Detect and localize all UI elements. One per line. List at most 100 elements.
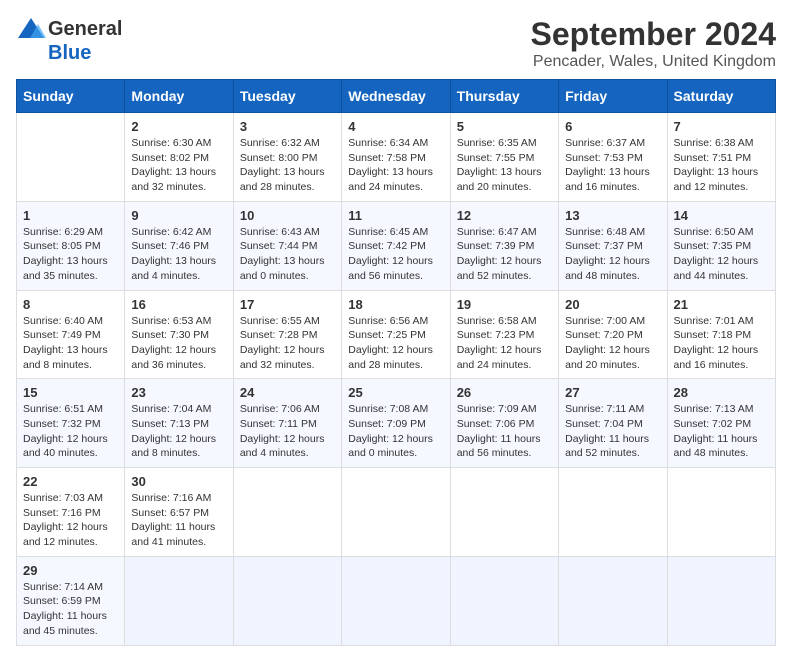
calendar-cell: 3Sunrise: 6:32 AMSunset: 8:00 PMDaylight… xyxy=(233,113,341,202)
day-info: Sunrise: 6:30 AMSunset: 8:02 PMDaylight:… xyxy=(131,136,226,195)
calendar-cell: 14 Sunrise: 6:50 AMSunset: 7:35 PMDayligh… xyxy=(667,201,775,290)
location-subtitle: Pencader, Wales, United Kingdom xyxy=(531,53,776,71)
day-info: Sunrise: 7:16 AMSunset: 6:57 PMDaylight:… xyxy=(131,491,226,550)
day-number: 8 xyxy=(23,297,118,312)
calendar-cell: 26Sunrise: 7:09 AMSunset: 7:06 PMDayligh… xyxy=(450,379,558,468)
day-number: 5 xyxy=(457,119,552,134)
calendar-cell: 1 Sunrise: 6:29 AMSunset: 8:05 PMDaylight… xyxy=(17,201,125,290)
calendar-cell: 30 Sunrise: 7:16 AMSunset: 6:57 PMDayligh… xyxy=(125,468,233,557)
day-number: 20 xyxy=(565,297,660,312)
calendar-cell: 7 Sunrise: 6:38 AMSunset: 7:51 PMDaylight… xyxy=(667,113,775,202)
day-number: 30 xyxy=(131,474,226,489)
day-info: Sunrise: 7:09 AMSunset: 7:06 PMDaylight:… xyxy=(457,402,552,461)
day-info: Sunrise: 6:51 AMSunset: 7:32 PMDaylight:… xyxy=(23,402,118,461)
day-number: 23 xyxy=(131,385,226,400)
day-info: Sunrise: 6:55 AMSunset: 7:28 PMDaylight:… xyxy=(240,314,335,373)
day-info: Sunrise: 7:13 AMSunset: 7:02 PMDaylight:… xyxy=(674,402,769,461)
column-header-thursday: Thursday xyxy=(450,80,558,113)
day-info: Sunrise: 6:29 AMSunset: 8:05 PMDaylight:… xyxy=(23,225,118,284)
column-header-sunday: Sunday xyxy=(17,80,125,113)
calendar-cell xyxy=(450,468,558,557)
column-header-tuesday: Tuesday xyxy=(233,80,341,113)
day-number: 22 xyxy=(23,474,118,489)
logo: General Blue xyxy=(16,16,122,65)
day-number: 17 xyxy=(240,297,335,312)
day-info: Sunrise: 6:35 AMSunset: 7:55 PMDaylight:… xyxy=(457,136,552,195)
day-number: 7 xyxy=(674,119,769,134)
day-number: 6 xyxy=(565,119,660,134)
calendar-cell xyxy=(559,556,667,645)
calendar-cell xyxy=(667,556,775,645)
day-number: 19 xyxy=(457,297,552,312)
day-info: Sunrise: 7:01 AMSunset: 7:18 PMDaylight:… xyxy=(674,314,769,373)
calendar-cell: 10 Sunrise: 6:43 AMSunset: 7:44 PMDayligh… xyxy=(233,201,341,290)
day-info: Sunrise: 7:08 AMSunset: 7:09 PMDaylight:… xyxy=(348,402,443,461)
day-number: 1 xyxy=(23,208,118,223)
page-header: General Blue September 2024 Pencader, Wa… xyxy=(16,16,776,71)
day-info: Sunrise: 6:48 AMSunset: 7:37 PMDaylight:… xyxy=(565,225,660,284)
calendar-cell: 29 Sunrise: 7:14 AMSunset: 6:59 PMDayligh… xyxy=(17,556,125,645)
calendar-cell: 16 Sunrise: 6:53 AMSunset: 7:30 PMDayligh… xyxy=(125,290,233,379)
day-number: 11 xyxy=(348,208,443,223)
day-number: 24 xyxy=(240,385,335,400)
calendar-cell xyxy=(667,468,775,557)
day-number: 29 xyxy=(23,563,118,578)
calendar-cell: 24Sunrise: 7:06 AMSunset: 7:11 PMDayligh… xyxy=(233,379,341,468)
day-info: Sunrise: 6:58 AMSunset: 7:23 PMDaylight:… xyxy=(457,314,552,373)
day-info: Sunrise: 6:53 AMSunset: 7:30 PMDaylight:… xyxy=(131,314,226,373)
day-number: 25 xyxy=(348,385,443,400)
calendar-cell: 2 Sunrise: 6:30 AMSunset: 8:02 PMDaylight… xyxy=(125,113,233,202)
day-number: 21 xyxy=(674,297,769,312)
calendar-cell xyxy=(125,556,233,645)
day-info: Sunrise: 6:38 AMSunset: 7:51 PMDaylight:… xyxy=(674,136,769,195)
day-number: 4 xyxy=(348,119,443,134)
day-number: 9 xyxy=(131,208,226,223)
day-number: 3 xyxy=(240,119,335,134)
day-info: Sunrise: 7:03 AMSunset: 7:16 PMDaylight:… xyxy=(23,491,118,550)
day-number: 28 xyxy=(674,385,769,400)
calendar-cell xyxy=(342,556,450,645)
day-number: 2 xyxy=(131,119,226,134)
calendar-cell: 9 Sunrise: 6:42 AMSunset: 7:46 PMDaylight… xyxy=(125,201,233,290)
day-number: 16 xyxy=(131,297,226,312)
day-info: Sunrise: 7:14 AMSunset: 6:59 PMDaylight:… xyxy=(23,580,118,639)
calendar-cell: 5 Sunrise: 6:35 AMSunset: 7:55 PMDaylight… xyxy=(450,113,558,202)
calendar-cell xyxy=(233,468,341,557)
calendar-cell: 23 Sunrise: 7:04 AMSunset: 7:13 PMDayligh… xyxy=(125,379,233,468)
day-info: Sunrise: 6:47 AMSunset: 7:39 PMDaylight:… xyxy=(457,225,552,284)
column-header-friday: Friday xyxy=(559,80,667,113)
calendar-cell xyxy=(559,468,667,557)
day-info: Sunrise: 7:11 AMSunset: 7:04 PMDaylight:… xyxy=(565,402,660,461)
day-info: Sunrise: 7:00 AMSunset: 7:20 PMDaylight:… xyxy=(565,314,660,373)
calendar-cell: 21 Sunrise: 7:01 AMSunset: 7:18 PMDayligh… xyxy=(667,290,775,379)
calendar-cell: 8 Sunrise: 6:40 AMSunset: 7:49 PMDaylight… xyxy=(17,290,125,379)
title-section: September 2024 Pencader, Wales, United K… xyxy=(531,16,776,71)
day-info: Sunrise: 7:04 AMSunset: 7:13 PMDaylight:… xyxy=(131,402,226,461)
day-info: Sunrise: 6:50 AMSunset: 7:35 PMDaylight:… xyxy=(674,225,769,284)
calendar-table: SundayMondayTuesdayWednesdayThursdayFrid… xyxy=(16,79,776,646)
day-number: 14 xyxy=(674,208,769,223)
day-info: Sunrise: 6:43 AMSunset: 7:44 PMDaylight:… xyxy=(240,225,335,284)
calendar-cell: 17 Sunrise: 6:55 AMSunset: 7:28 PMDayligh… xyxy=(233,290,341,379)
calendar-cell: 19 Sunrise: 6:58 AMSunset: 7:23 PMDayligh… xyxy=(450,290,558,379)
column-header-saturday: Saturday xyxy=(667,80,775,113)
column-header-monday: Monday xyxy=(125,80,233,113)
calendar-cell xyxy=(233,556,341,645)
calendar-cell xyxy=(342,468,450,557)
day-info: Sunrise: 6:56 AMSunset: 7:25 PMDaylight:… xyxy=(348,314,443,373)
calendar-cell: 25 Sunrise: 7:08 AMSunset: 7:09 PMDayligh… xyxy=(342,379,450,468)
day-number: 10 xyxy=(240,208,335,223)
column-header-wednesday: Wednesday xyxy=(342,80,450,113)
month-title: September 2024 xyxy=(531,16,776,53)
calendar-cell xyxy=(450,556,558,645)
day-number: 12 xyxy=(457,208,552,223)
day-info: Sunrise: 6:40 AMSunset: 7:49 PMDaylight:… xyxy=(23,314,118,373)
logo-icon xyxy=(16,16,46,42)
calendar-cell: 27Sunrise: 7:11 AMSunset: 7:04 PMDayligh… xyxy=(559,379,667,468)
logo-blue: Blue xyxy=(48,42,91,65)
day-info: Sunrise: 6:42 AMSunset: 7:46 PMDaylight:… xyxy=(131,225,226,284)
day-number: 18 xyxy=(348,297,443,312)
calendar-cell: 6Sunrise: 6:37 AMSunset: 7:53 PMDaylight… xyxy=(559,113,667,202)
calendar-cell: 13Sunrise: 6:48 AMSunset: 7:37 PMDayligh… xyxy=(559,201,667,290)
day-number: 15 xyxy=(23,385,118,400)
